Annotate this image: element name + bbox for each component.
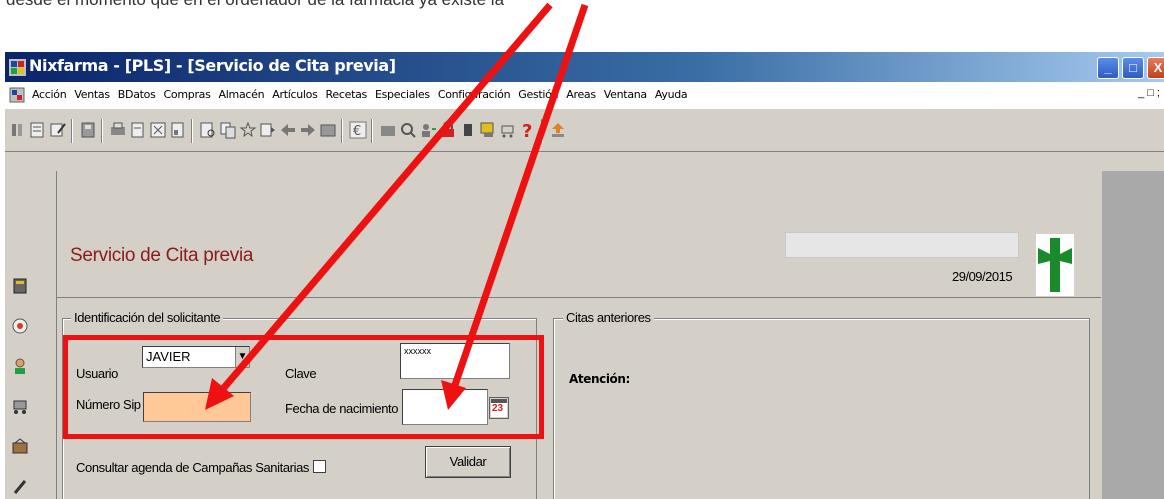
document-search-icon[interactable] [199, 121, 217, 139]
export-icon[interactable] [259, 121, 277, 139]
mdi-background [1102, 171, 1164, 499]
menu-item-areas[interactable]: Areas [562, 88, 600, 101]
document-edit-icon[interactable] [129, 121, 147, 139]
menu-item-ventas[interactable]: Ventas [70, 88, 113, 101]
toolbar-separator [101, 119, 103, 143]
window-title: Nixfarma - [PLS] - [Servicio de Cita pre… [29, 56, 396, 75]
header-info-box [785, 232, 1019, 258]
boxes-icon[interactable] [11, 437, 29, 455]
cart-icon[interactable] [499, 121, 517, 139]
left-toolbar [5, 153, 35, 499]
upload-icon[interactable] [549, 121, 567, 139]
help-icon[interactable]: ? [519, 121, 537, 139]
screen-icon[interactable] [479, 121, 497, 139]
current-date: 29/09/2015 [952, 269, 1013, 284]
minimize-button[interactable]: _ [1097, 57, 1119, 79]
close-button[interactable]: X [1147, 57, 1164, 79]
arrow-right-icon[interactable] [299, 121, 317, 139]
svg-text:?: ? [522, 121, 532, 139]
edit-icon[interactable] [49, 121, 67, 139]
title-bar[interactable]: Nixfarma - [PLS] - [Servicio de Cita pre… [5, 52, 1164, 82]
pharmacy-cross-logo [1036, 234, 1074, 296]
menu-item-ayuda[interactable]: Ayuda [651, 88, 691, 101]
report-icon[interactable] [169, 121, 187, 139]
toolbar: € ? [5, 108, 1164, 152]
svg-text:€: € [353, 124, 361, 139]
toolbar-separator [541, 119, 543, 143]
menu-item-compras[interactable]: Compras [160, 88, 215, 101]
pencil-icon[interactable] [11, 477, 29, 495]
list-icon[interactable] [29, 121, 47, 139]
menu-item-configuracion[interactable]: Configuración [434, 88, 514, 101]
menu-item-ventana[interactable]: Ventana [600, 88, 651, 101]
lock-icon[interactable] [439, 121, 457, 139]
toolbar-separator [341, 119, 343, 143]
document-text-fragment: desde el momento que en el ordenador de … [0, 0, 1164, 12]
person-icon[interactable] [11, 357, 29, 375]
validar-button[interactable]: Validar [425, 446, 511, 478]
euro-icon[interactable]: € [349, 121, 367, 139]
grid-icon[interactable] [9, 121, 27, 139]
annotation-highlight-box [63, 335, 544, 439]
copy-icon[interactable] [219, 121, 237, 139]
book-icon[interactable] [11, 277, 29, 295]
maximize-button[interactable]: □ [1122, 57, 1144, 79]
citas-legend: Citas anteriores [563, 310, 654, 325]
toolbar-separator [71, 119, 73, 143]
wallet-icon[interactable] [379, 121, 397, 139]
user-add-icon[interactable] [419, 121, 437, 139]
contact-icon[interactable] [11, 317, 29, 335]
mdi-window-controls[interactable]: _ □ ; [1138, 87, 1160, 99]
menu-item-gestion[interactable]: Gestión [514, 88, 562, 101]
atencion-label: Atención: [569, 372, 630, 386]
solicitante-legend: Identificación del solicitante [71, 310, 224, 325]
menu-bar: Acción Ventas BDatos Compras Almacén Art… [5, 82, 1164, 108]
arrow-left-icon[interactable] [279, 121, 297, 139]
menu-item-recetas[interactable]: Recetas [322, 88, 371, 101]
print-icon[interactable] [109, 121, 127, 139]
menu-items: Acción Ventas BDatos Compras Almacén Art… [28, 88, 691, 101]
document-icon[interactable] [9, 87, 25, 103]
search-icon[interactable] [399, 121, 417, 139]
star-icon[interactable] [239, 121, 257, 139]
menu-item-almacen[interactable]: Almacén [215, 88, 269, 101]
nixfarma-app-icon [9, 59, 26, 76]
archive-icon[interactable] [319, 121, 337, 139]
shopping-cart-icon[interactable] [11, 397, 29, 415]
menu-item-articulos[interactable]: Artículos [268, 88, 321, 101]
cancel-icon[interactable] [149, 121, 167, 139]
menu-item-especiales[interactable]: Especiales [371, 88, 434, 101]
citas-group [553, 318, 1090, 499]
campanas-label: Consultar agenda de Campañas Sanitarias [76, 460, 309, 475]
campanas-checkbox[interactable] [313, 460, 326, 473]
menu-item-bdatos[interactable]: BDatos [114, 88, 160, 101]
block-icon[interactable] [459, 121, 477, 139]
disk-icon[interactable] [79, 121, 97, 139]
header-separator [56, 297, 1101, 298]
page-title: Servicio de Cita previa [70, 245, 254, 266]
toolbar-separator [191, 119, 193, 143]
menu-item-accion[interactable]: Acción [28, 88, 70, 101]
toolbar-separator [371, 119, 373, 143]
